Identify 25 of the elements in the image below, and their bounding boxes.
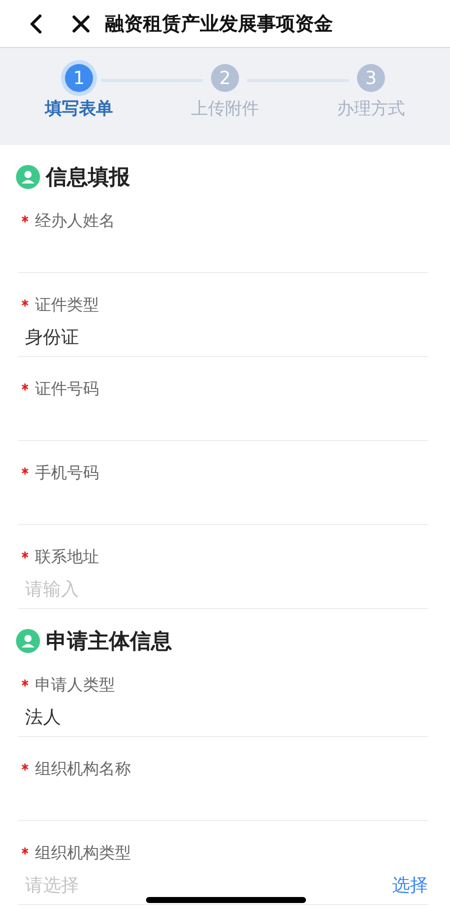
step-number[interactable]: 1 <box>65 64 93 92</box>
field-label: 联系地址 <box>35 546 99 568</box>
field-label: 经办人姓名 <box>35 210 115 232</box>
field-label: 申请人类型 <box>35 674 115 696</box>
section-title: 申请主体信息 <box>46 629 172 653</box>
input-field[interactable]: 请输入 <box>18 573 428 605</box>
field-label: 手机号码 <box>35 462 99 484</box>
field-label: 证件号码 <box>35 378 99 400</box>
field-label: 组织机构类型 <box>35 842 131 864</box>
section-title: 信息填报 <box>46 165 130 189</box>
input-field[interactable]: 法人 <box>18 701 428 733</box>
select-button[interactable]: 选择 <box>392 873 428 897</box>
field-label: 证件类型 <box>35 294 99 316</box>
person-icon <box>16 629 40 653</box>
step-label[interactable]: 办理方式 <box>337 97 405 120</box>
input-field[interactable]: 身份证 <box>18 321 428 353</box>
field-label: 组织机构名称 <box>35 758 131 780</box>
back-button[interactable] <box>28 12 44 36</box>
step-number[interactable]: 3 <box>357 64 385 92</box>
step-label[interactable]: 填写表单 <box>45 97 113 120</box>
step-number[interactable]: 2 <box>211 64 239 92</box>
input-field[interactable]: 请选择 <box>18 869 392 901</box>
page-title: 融资租赁产业发展事项资金 <box>105 12 333 36</box>
person-icon <box>16 165 40 189</box>
step-label[interactable]: 上传附件 <box>191 97 259 120</box>
